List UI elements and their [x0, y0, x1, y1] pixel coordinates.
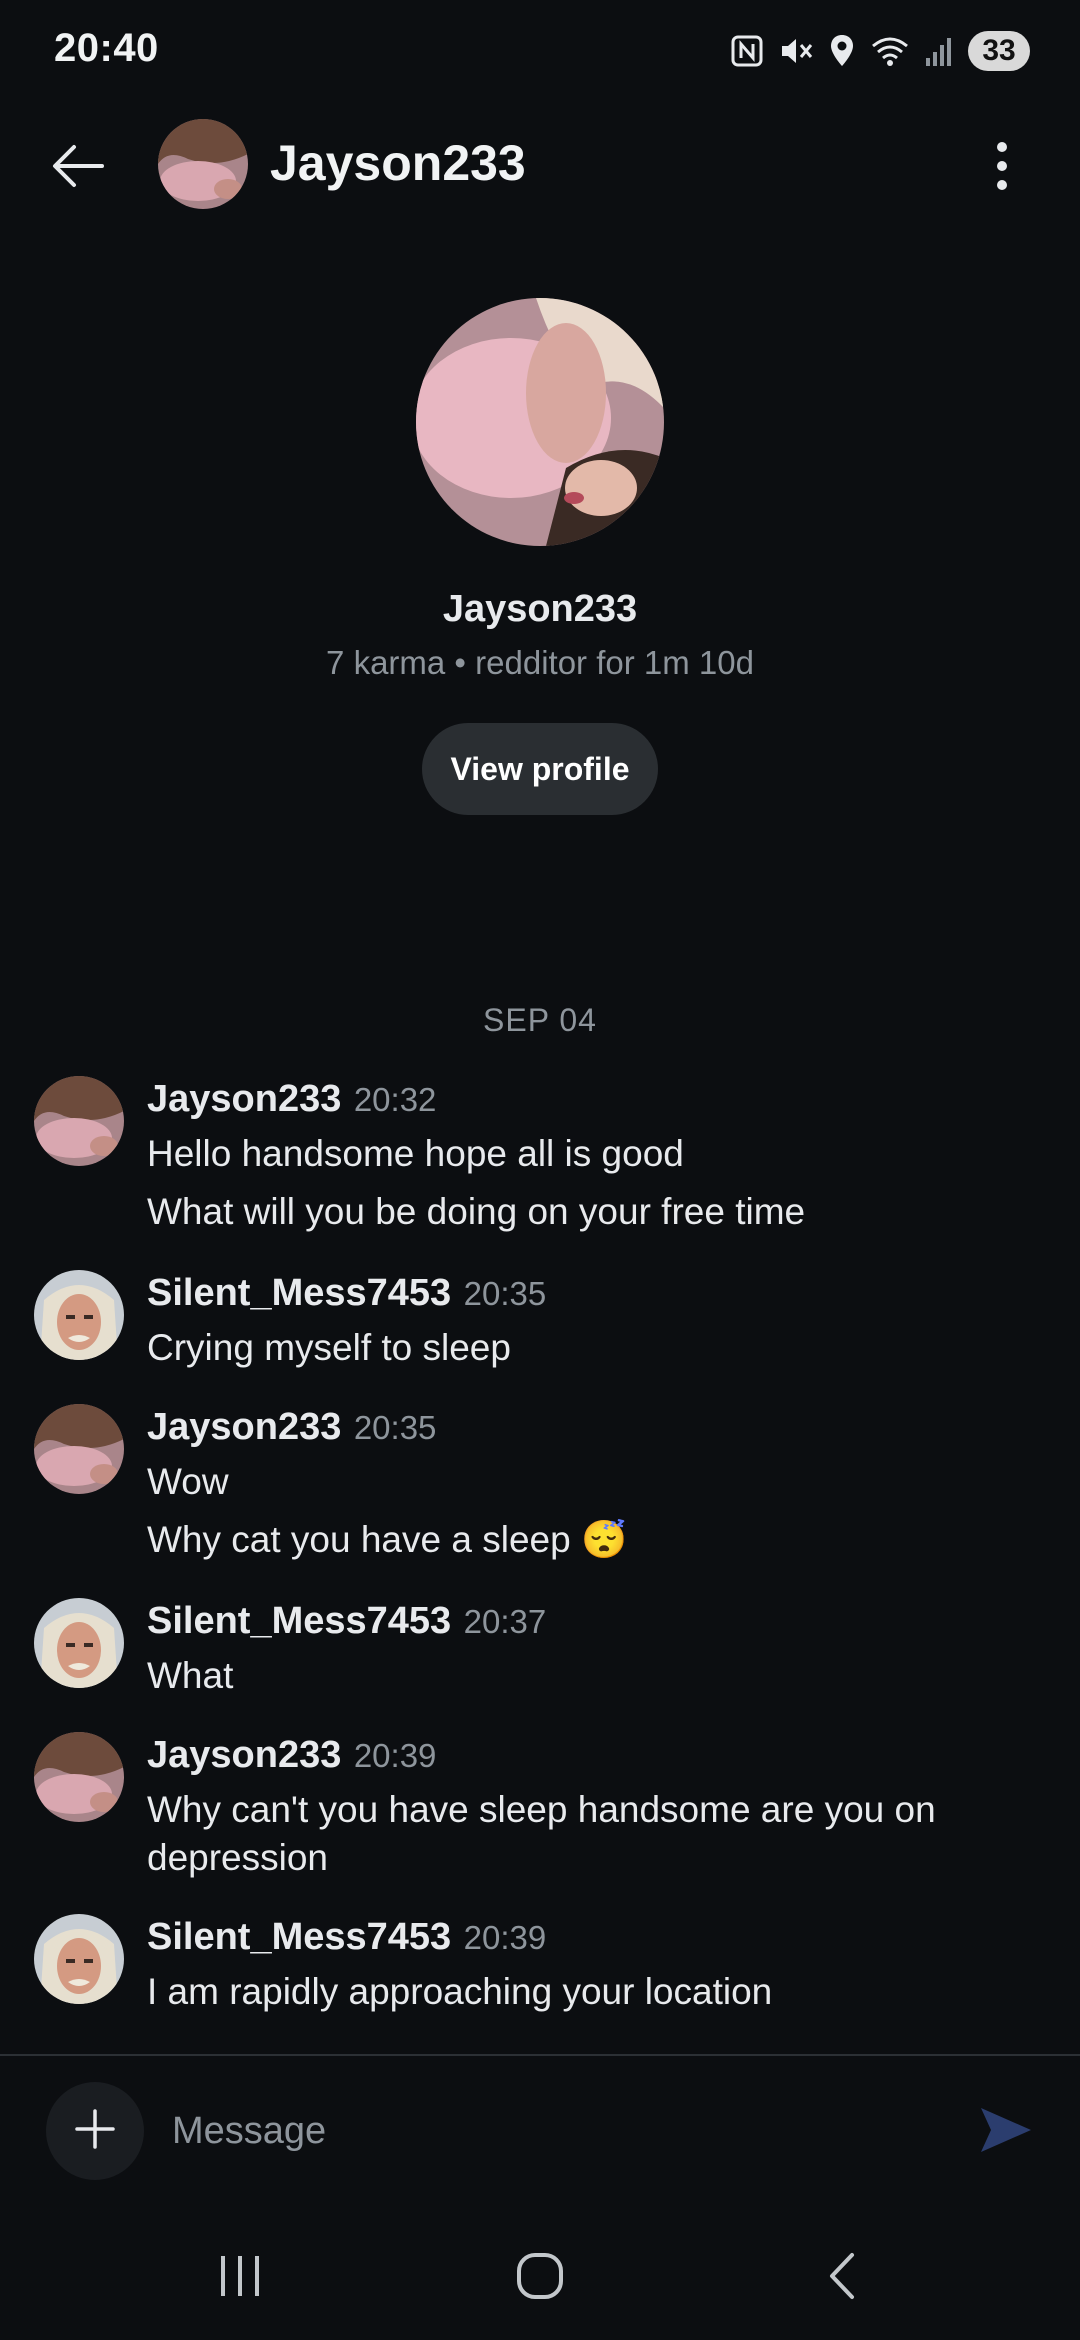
- message-text: Why can't you have sleep handsome are yo…: [147, 1789, 936, 1878]
- profile-name: Jayson233: [442, 588, 638, 630]
- more-vertical-icon: [994, 141, 1010, 196]
- avatar[interactable]: [34, 1076, 124, 1166]
- composer-divider: [0, 2054, 1080, 2056]
- message-header: Jayson233 20:39: [147, 1734, 436, 1777]
- message-time: 20:39: [463, 1919, 547, 1956]
- message-author[interactable]: Jayson233: [147, 1734, 341, 1776]
- mute-icon: [778, 34, 814, 68]
- battery-icon: 33: [968, 31, 1030, 71]
- signal-icon: [924, 34, 954, 68]
- message-header: Jayson233 20:32: [147, 1078, 436, 1121]
- home-icon: [515, 2251, 565, 2306]
- message-header: Jayson233 20:35: [147, 1406, 436, 1449]
- message-time: 20:35: [463, 1275, 547, 1312]
- date-divider: SEP 04: [483, 1002, 597, 1038]
- header-title: Jayson233: [270, 135, 526, 191]
- message-author[interactable]: Silent_Mess7453: [147, 1272, 451, 1314]
- send-button[interactable]: [970, 2100, 1040, 2164]
- recents-button[interactable]: [200, 2242, 280, 2314]
- view-profile-button[interactable]: View profile: [422, 723, 658, 815]
- system-nav-bar: [0, 2220, 1080, 2340]
- message-author[interactable]: Silent_Mess7453: [147, 1916, 451, 1958]
- message-text: Wow: [147, 1461, 229, 1502]
- message-author[interactable]: Jayson233: [147, 1406, 341, 1448]
- header-avatar[interactable]: [158, 119, 248, 209]
- chat-header: Jayson233: [0, 110, 1080, 220]
- home-button[interactable]: [500, 2242, 580, 2314]
- message-header: Silent_Mess7453 20:39: [147, 1916, 546, 1959]
- message-text: Why cat you have a sleep 😴: [147, 1519, 628, 1560]
- avatar[interactable]: [34, 1732, 124, 1822]
- status-bar: 20:40 33: [0, 0, 1080, 100]
- message-time: 20:32: [353, 1081, 437, 1118]
- message-header: Silent_Mess7453 20:35: [147, 1272, 546, 1315]
- avatar[interactable]: [34, 1404, 124, 1494]
- message-time: 20:39: [353, 1737, 437, 1774]
- message-header: Silent_Mess7453 20:37: [147, 1600, 546, 1643]
- profile-avatar[interactable]: [416, 298, 664, 546]
- avatar[interactable]: [34, 1598, 124, 1688]
- message-text: Hello handsome hope all is good: [147, 1133, 684, 1174]
- message-text: What: [147, 1655, 234, 1696]
- status-time: 20:40: [54, 26, 159, 70]
- message-text: What will you be doing on your free time: [147, 1191, 806, 1232]
- message-input[interactable]: [172, 2096, 932, 2166]
- message-time: 20:37: [463, 1603, 547, 1640]
- message-text: Crying myself to sleep: [147, 1327, 511, 1368]
- recents-icon: [215, 2254, 265, 2303]
- send-icon: [977, 2102, 1033, 2163]
- nfc-icon: [730, 34, 764, 68]
- message-author[interactable]: Jayson233: [147, 1078, 341, 1120]
- back-button[interactable]: [40, 130, 116, 206]
- plus-icon: [73, 2107, 117, 2156]
- message-author[interactable]: Silent_Mess7453: [147, 1600, 451, 1642]
- back-icon: [822, 2251, 862, 2306]
- arrow-left-icon: [50, 142, 106, 195]
- location-icon: [828, 33, 856, 69]
- avatar[interactable]: [34, 1270, 124, 1360]
- profile-meta: 7 karma • redditor for 1m 10d: [326, 644, 754, 681]
- message-time: 20:35: [353, 1409, 437, 1446]
- wifi-icon: [870, 34, 910, 68]
- status-icons: 33: [730, 28, 1030, 74]
- avatar[interactable]: [34, 1914, 124, 2004]
- add-attachment-button[interactable]: [46, 2082, 144, 2180]
- nav-back-button[interactable]: [802, 2242, 882, 2314]
- more-options-button[interactable]: [964, 130, 1040, 206]
- message-text: I am rapidly approaching your location: [147, 1971, 773, 2012]
